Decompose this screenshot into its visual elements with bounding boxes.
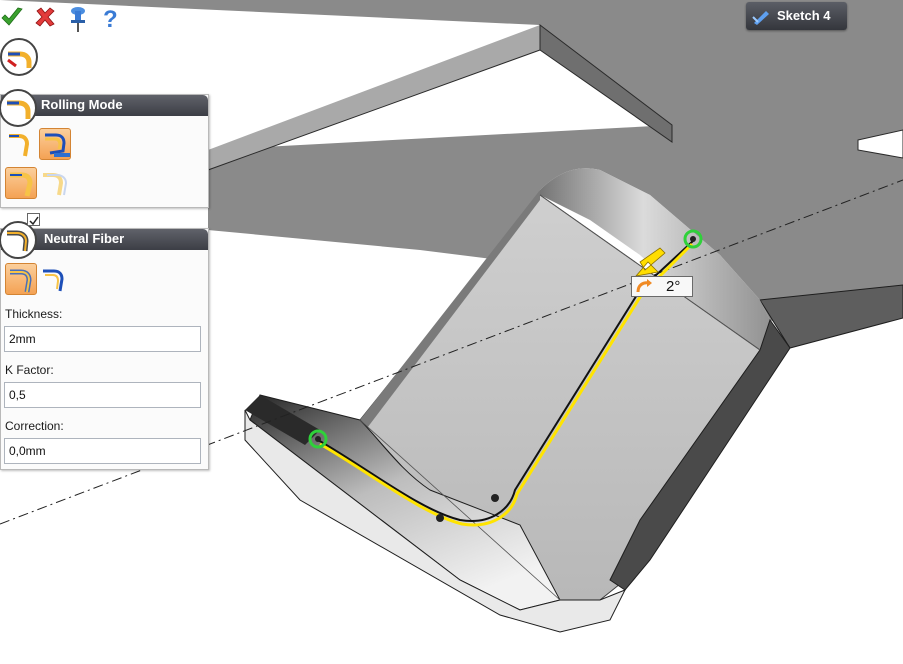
profile-vertex[interactable] [491, 494, 499, 502]
end-handle-dot [690, 236, 696, 242]
kfactor-label: K Factor: [5, 363, 54, 377]
angle-label[interactable]: 2° [631, 276, 693, 297]
fiber-outer-option[interactable] [39, 263, 71, 295]
roll-ghost-icon [43, 173, 68, 196]
roll-inside-icon [9, 134, 30, 157]
pin-icon[interactable] [67, 6, 89, 32]
kfactor-field[interactable] [4, 382, 201, 408]
roll-inside-option[interactable] [5, 128, 37, 160]
neutral-fiber-title: Neutral Fiber [44, 231, 125, 246]
roll-command-icon[interactable] [0, 38, 38, 76]
sketch-tab[interactable]: Sketch 4 [746, 2, 847, 30]
angle-value: 2° [666, 278, 681, 295]
start-handle-dot [315, 436, 321, 442]
fiber-center-option[interactable] [5, 263, 37, 295]
thickness-field[interactable] [4, 326, 201, 352]
neutral-fiber-panel: Neutral Fiber Thickness: K Factor: Corre… [0, 213, 209, 470]
rolling-mode-icon [0, 89, 37, 127]
rolling-mode-title: Rolling Mode [41, 97, 123, 112]
sketch-tab-label: Sketch 4 [777, 8, 831, 23]
roll-both-option[interactable] [5, 167, 37, 199]
correction-label: Correction: [5, 419, 64, 433]
roll-outside-option[interactable] [39, 128, 71, 160]
rotate-arrow-icon [636, 279, 652, 293]
svg-text:?: ? [103, 6, 118, 32]
fiber-center-icon [10, 269, 32, 293]
correction-field[interactable] [4, 438, 201, 464]
fiber-outer-icon [43, 269, 64, 292]
help-question-icon[interactable]: ? [100, 6, 122, 33]
profile-vertex-2[interactable] [436, 514, 444, 522]
rolling-mode-panel: Rolling Mode [0, 89, 209, 208]
roll-both-icon [10, 172, 33, 197]
sketch-pencil-icon [752, 11, 769, 25]
roll-ghost-option[interactable] [39, 167, 71, 199]
roll-outside-icon [45, 133, 70, 157]
ok-checkmark-icon[interactable] [0, 6, 23, 28]
thickness-label: Thickness: [5, 307, 63, 321]
cancel-x-icon[interactable] [34, 6, 56, 28]
neutral-fiber-checkbox[interactable] [27, 213, 40, 226]
